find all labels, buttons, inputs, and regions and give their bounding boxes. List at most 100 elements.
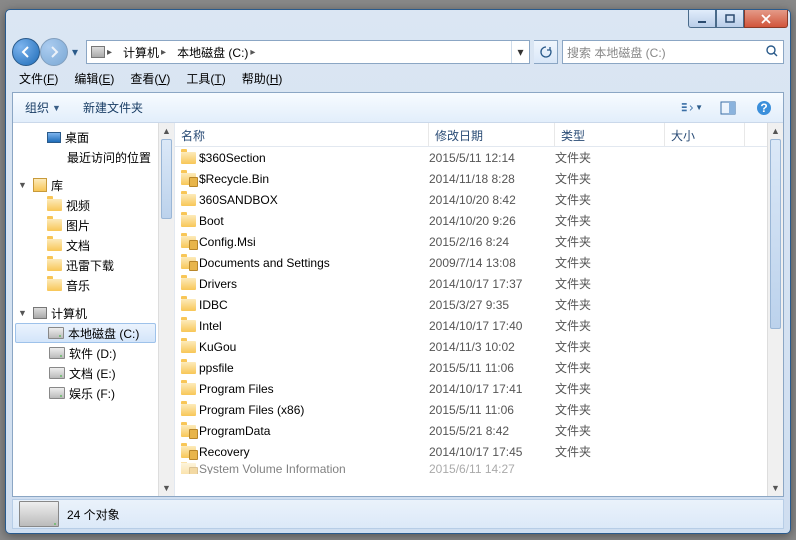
search-input[interactable]: 搜索 本地磁盘 (C:) (562, 40, 784, 64)
address-segment-computer[interactable]: 计算机▸ (119, 41, 173, 63)
list-scrollbar[interactable]: ▲ ▼ (767, 123, 783, 496)
column-type[interactable]: 类型 (555, 123, 665, 146)
help-button[interactable]: ? (753, 97, 775, 119)
file-row[interactable]: Boot2014/10/20 9:26文件夹 (175, 210, 767, 231)
nav-item[interactable]: 文档 (E:) (13, 363, 174, 383)
content-frame: 组织▼ 新建文件夹 ▼ ? 桌面最近访问的位置 ▼库视频图片文档迅雷下载音乐 ▼计算… (12, 92, 784, 497)
file-row[interactable]: Intel2014/10/17 17:40文件夹 (175, 315, 767, 336)
nav-item[interactable]: 本地磁盘 (C:) (15, 323, 156, 343)
file-row[interactable]: System Volume Information2015/6/11 14:27 (175, 462, 767, 474)
nav-item[interactable]: 软件 (D:) (13, 343, 174, 363)
new-folder-button[interactable]: 新建文件夹 (79, 97, 147, 118)
file-name: 360SANDBOX (199, 193, 278, 207)
nav-group-header[interactable]: ▼计算机 (13, 303, 174, 323)
folder-icon (181, 320, 196, 332)
nav-item[interactable]: 图片 (13, 215, 174, 235)
folder-icon (47, 239, 62, 251)
column-headers: 名称 修改日期 类型 大小 (175, 123, 783, 147)
nav-history-buttons: ▾ (12, 38, 82, 66)
nav-group-header[interactable]: ▼库 (13, 175, 174, 195)
address-root-icon[interactable]: ▸ (87, 41, 119, 63)
folder-icon (181, 362, 196, 374)
nav-scrollbar[interactable]: ▲ ▼ (158, 123, 174, 496)
nav-item[interactable]: 音乐 (13, 275, 174, 295)
forward-button[interactable] (40, 38, 68, 66)
scroll-down-arrow[interactable]: ▼ (768, 480, 783, 496)
folder-icon (181, 215, 196, 227)
nav-item[interactable]: 视频 (13, 195, 174, 215)
file-name: Config.Msi (199, 235, 256, 249)
file-date: 2014/10/17 17:37 (429, 277, 555, 291)
file-date: 2014/10/20 8:42 (429, 193, 555, 207)
menu-v[interactable]: 查看(V) (123, 68, 177, 89)
file-type: 文件夹 (555, 170, 665, 187)
nav-item[interactable]: 娱乐 (F:) (13, 383, 174, 403)
menu-e[interactable]: 编辑(E) (67, 68, 121, 89)
history-dropdown[interactable]: ▾ (68, 45, 82, 59)
scroll-up-arrow[interactable]: ▲ (159, 123, 174, 139)
file-row[interactable]: ProgramData2015/5/21 8:42文件夹 (175, 420, 767, 441)
nav-item-label: 迅雷下载 (66, 257, 114, 274)
file-name: ppsfile (199, 361, 234, 375)
scroll-thumb[interactable] (161, 139, 172, 219)
folder-icon (181, 425, 196, 437)
nav-item-label: 本地磁盘 (C:) (68, 325, 139, 342)
view-options-button[interactable]: ▼ (681, 97, 703, 119)
preview-pane-button[interactable] (717, 97, 739, 119)
file-date: 2015/2/16 8:24 (429, 235, 555, 249)
file-row[interactable]: Program Files2014/10/17 17:41文件夹 (175, 378, 767, 399)
file-row[interactable]: Program Files (x86)2015/5/11 11:06文件夹 (175, 399, 767, 420)
nav-item[interactable]: 最近访问的位置 (13, 147, 174, 167)
file-row[interactable]: Config.Msi 2015/2/16 8:24文件夹 (175, 231, 767, 252)
menu-t[interactable]: 工具(T) (179, 68, 232, 89)
file-date: 2015/5/11 11:06 (429, 361, 555, 375)
file-row[interactable]: Documents and Settings2009/7/14 13:08文件夹 (175, 252, 767, 273)
file-row[interactable]: Recovery2014/10/17 17:45文件夹 (175, 441, 767, 462)
close-button[interactable] (744, 10, 788, 28)
recent-icon (47, 149, 63, 165)
command-bar: 组织▼ 新建文件夹 ▼ ? (13, 93, 783, 123)
menu-h[interactable]: 帮助(H) (235, 68, 290, 89)
column-date[interactable]: 修改日期 (429, 123, 555, 146)
scroll-down-arrow[interactable]: ▼ (159, 480, 174, 496)
folder-icon (181, 236, 196, 248)
minimize-button[interactable] (688, 10, 716, 28)
folder-icon (181, 383, 196, 395)
file-row[interactable]: $Recycle.Bin2014/11/18 8:28文件夹 (175, 168, 767, 189)
file-date: 2009/7/14 13:08 (429, 256, 555, 270)
menu-f[interactable]: 文件(F) (12, 68, 65, 89)
file-type: 文件夹 (555, 233, 665, 250)
file-row[interactable]: ppsfile2015/5/11 11:06文件夹 (175, 357, 767, 378)
refresh-button[interactable] (534, 40, 558, 64)
file-date: 2014/10/17 17:40 (429, 319, 555, 333)
file-date: 2015/5/21 8:42 (429, 424, 555, 438)
column-size[interactable]: 大小 (665, 123, 745, 146)
address-bar[interactable]: ▸ 计算机▸ 本地磁盘 (C:)▸ ▾ (86, 40, 530, 64)
nav-item[interactable]: 桌面 (13, 127, 174, 147)
nav-item-label: 音乐 (66, 277, 90, 294)
column-name[interactable]: 名称 (175, 123, 429, 146)
file-name: Intel (199, 319, 222, 333)
file-row[interactable]: IDBC2015/3/27 9:35文件夹 (175, 294, 767, 315)
address-segment-drive[interactable]: 本地磁盘 (C:)▸ (173, 41, 262, 63)
file-row[interactable]: KuGou2014/11/3 10:02文件夹 (175, 336, 767, 357)
maximize-button[interactable] (716, 10, 744, 28)
scroll-thumb[interactable] (770, 139, 781, 329)
file-row[interactable]: $360Section2015/5/11 12:14文件夹 (175, 147, 767, 168)
file-row[interactable]: 360SANDBOX2014/10/20 8:42文件夹 (175, 189, 767, 210)
expand-icon: ▼ (18, 308, 27, 318)
navigation-pane: 桌面最近访问的位置 ▼库视频图片文档迅雷下载音乐 ▼计算机本地磁盘 (C:) 软件 (… (13, 123, 175, 496)
scroll-up-arrow[interactable]: ▲ (768, 123, 783, 139)
folder-icon (181, 404, 196, 416)
file-row[interactable]: Drivers2014/10/17 17:37文件夹 (175, 273, 767, 294)
file-date: 2015/3/27 9:35 (429, 298, 555, 312)
nav-item[interactable]: 文档 (13, 235, 174, 255)
address-dropdown[interactable]: ▾ (511, 41, 529, 63)
nav-item-label: 软件 (D:) (69, 345, 116, 362)
nav-item[interactable]: 迅雷下载 (13, 255, 174, 275)
back-button[interactable] (12, 38, 40, 66)
body-split: 桌面最近访问的位置 ▼库视频图片文档迅雷下载音乐 ▼计算机本地磁盘 (C:) 软件 (… (13, 123, 783, 496)
organize-button[interactable]: 组织▼ (21, 97, 65, 118)
drive-icon (48, 327, 64, 339)
folder-icon (181, 173, 196, 185)
